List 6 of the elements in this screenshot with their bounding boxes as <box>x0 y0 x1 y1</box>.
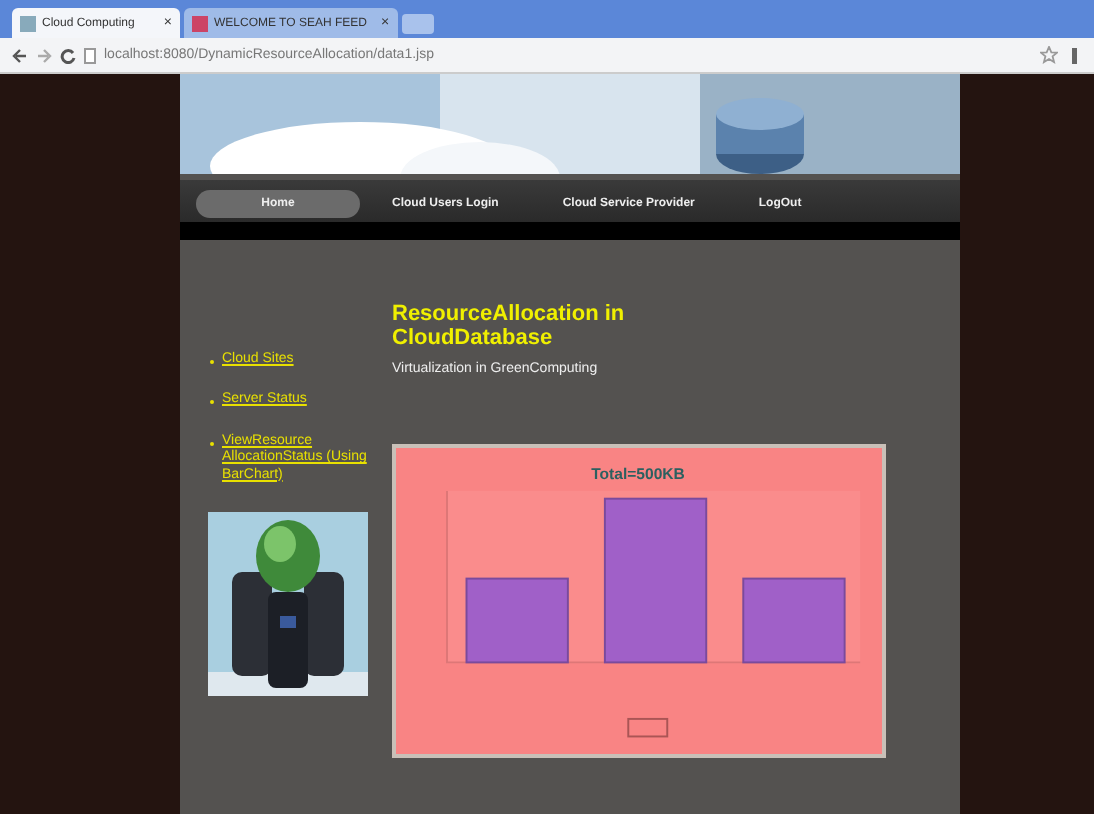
back-icon[interactable] <box>12 47 28 63</box>
favicon-icon <box>192 15 208 31</box>
chart-title: Total=500KB <box>591 465 685 484</box>
page-heading: ResourceAllocation in CloudDatabase <box>392 304 627 351</box>
star-icon[interactable] <box>1040 46 1058 64</box>
reload-icon[interactable] <box>60 47 76 63</box>
